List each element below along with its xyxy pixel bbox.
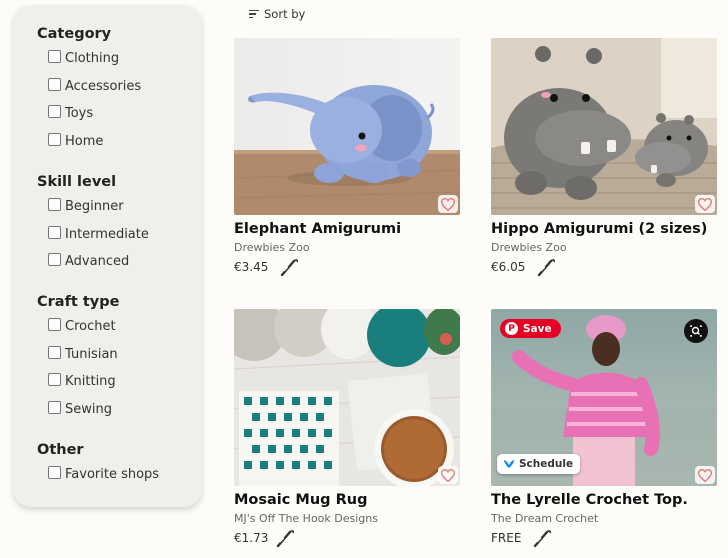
visual-search-button[interactable] [684,319,708,343]
checkbox[interactable] [48,225,61,239]
checkbox[interactable] [48,345,61,359]
filter-option-advanced[interactable]: Advanced [37,248,149,276]
product-title[interactable]: The Lyrelle Crochet Top. [491,492,688,508]
filter-option-home[interactable]: Home [37,128,141,156]
checkbox[interactable] [48,198,61,212]
filter-option-label: Accessories [65,78,142,94]
checkbox[interactable] [48,105,61,119]
filter-option-sewing[interactable]: Sewing [37,396,119,424]
product-title[interactable]: Mosaic Mug Rug [234,492,367,508]
filter-option-label: Beginner [65,199,124,215]
sort-by-label: Sort by [264,7,306,21]
filter-option-label: Toys [65,106,94,122]
sort-by-button[interactable]: Sort by [249,7,305,21]
checkbox[interactable] [48,466,61,480]
checkbox[interactable] [48,373,61,387]
filter-group-craft-type: Craft type Crochet Tunisian Knitting Sew… [37,293,119,423]
filter-sidebar: Category Clothing Accessories Toys Home … [13,5,202,507]
filter-group-skill-level: Skill level Beginner Intermediate Advanc… [37,173,149,276]
product-image[interactable] [491,38,717,215]
shop-name[interactable]: MJ's Off The Hook Designs [234,512,378,525]
filter-group-title: Other [37,442,84,458]
heart-icon [441,197,455,211]
crochet-hook-icon [533,530,552,548]
butterfly-icon [504,460,514,468]
filter-group-other: Other Favorite shops [37,441,159,489]
favorite-button[interactable] [695,195,715,213]
favorite-button[interactable] [438,466,458,484]
heart-icon [441,468,455,482]
checkbox[interactable] [48,77,61,91]
filter-group-title: Craft type [37,294,120,310]
pinterest-save-label: Save [523,322,552,335]
checkbox[interactable] [48,50,61,64]
filter-option-label: Home [65,133,104,149]
crochet-hook-icon [280,259,299,277]
filter-group-category: Category Clothing Accessories Toys Home [37,25,141,155]
filter-option-knitting[interactable]: Knitting [37,368,119,396]
filter-option-favorite-shops[interactable]: Favorite shops [37,461,159,489]
crochet-hook-icon [537,259,556,277]
shop-name[interactable]: Drewbies Zoo [491,241,567,254]
checkbox[interactable] [48,400,61,414]
product-image[interactable] [234,38,460,215]
product-price: €3.45 [234,260,269,274]
checkbox[interactable] [48,132,61,146]
crochet-hook-icon [276,530,295,548]
heart-icon [698,468,712,482]
filter-option-toys[interactable]: Toys [37,100,141,128]
filter-group-title: Skill level [37,174,117,190]
filter-option-beginner[interactable]: Beginner [37,193,149,221]
filter-option-label: Tunisian [65,346,118,362]
filter-option-label: Clothing [65,51,120,67]
filter-option-intermediate[interactable]: Intermediate [37,221,149,249]
schedule-button[interactable]: Schedule [497,454,581,474]
filter-option-accessories[interactable]: Accessories [37,73,141,101]
product-price: FREE [491,531,522,545]
product-price: €1.73 [234,531,269,545]
product-image[interactable] [234,309,460,486]
filter-option-crochet[interactable]: Crochet [37,313,119,341]
filter-option-label: Advanced [65,254,130,270]
product-price: €6.05 [491,260,526,274]
filter-group-title: Category [37,26,112,42]
sort-icon [249,9,259,19]
favorite-button[interactable] [695,466,715,484]
checkbox[interactable] [48,318,61,332]
product-title[interactable]: Hippo Amigurumi (2 sizes) [491,221,707,237]
favorite-button[interactable] [438,195,458,213]
filter-option-label: Crochet [65,319,116,335]
shop-name[interactable]: The Dream Crochet [491,512,598,525]
schedule-label: Schedule [519,458,574,470]
filter-option-label: Favorite shops [65,467,160,483]
pinterest-save-button[interactable]: P Save [500,319,561,338]
heart-icon [698,197,712,211]
filter-option-tunisian[interactable]: Tunisian [37,341,119,369]
pinterest-icon: P [505,322,518,335]
filter-option-clothing[interactable]: Clothing [37,45,141,73]
lens-icon [690,325,702,337]
filter-option-label: Sewing [65,401,112,417]
shop-name[interactable]: Drewbies Zoo [234,241,310,254]
checkbox[interactable] [48,253,61,267]
filter-option-label: Intermediate [65,226,149,242]
filter-option-label: Knitting [65,374,116,390]
product-title[interactable]: Elephant Amigurumi [234,221,401,237]
